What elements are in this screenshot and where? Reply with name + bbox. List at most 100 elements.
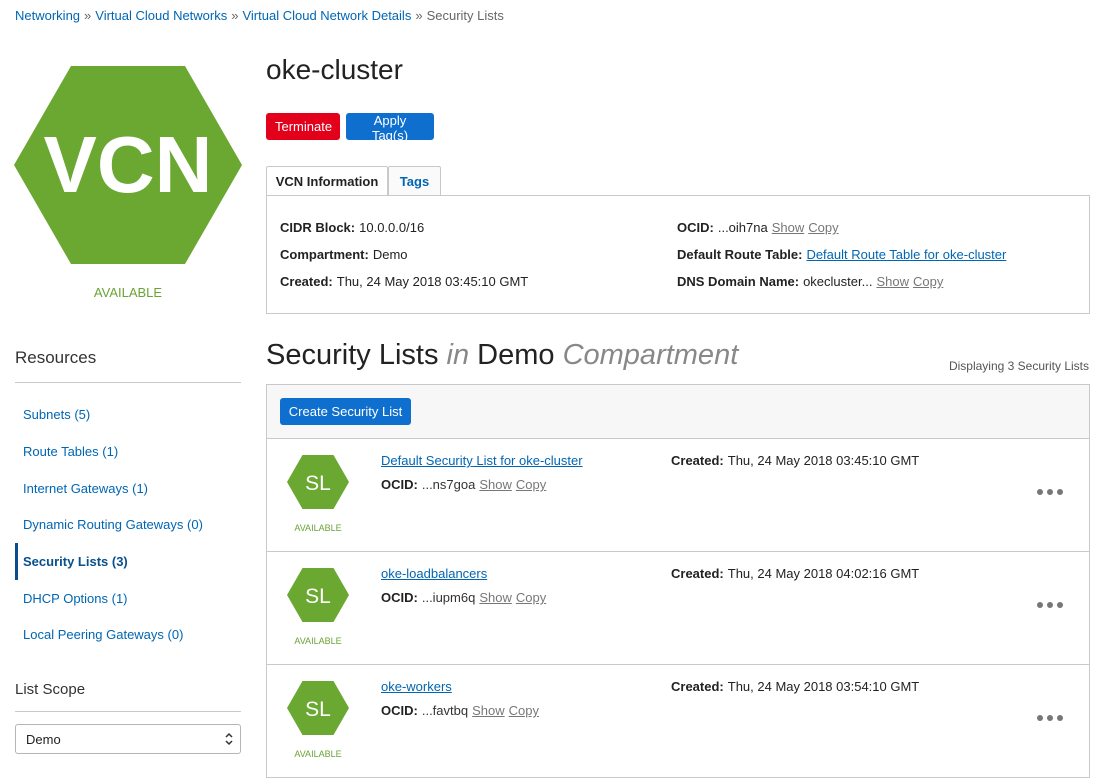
sl-ocid-show-link[interactable]: Show [479,477,512,492]
breadcrumb-vcn-details[interactable]: Virtual Cloud Network Details [242,8,411,23]
default-route-table-link[interactable]: Default Route Table for oke-cluster [806,247,1006,262]
compartment-select-value: Demo [26,732,61,747]
section-title-in: in [446,339,470,371]
ocid-row: OCID: ...oih7na Show Copy [677,220,839,235]
sl-ocid-show-link[interactable]: Show [479,590,512,605]
security-list-name-link[interactable]: oke-workers [381,679,452,694]
compartment-row: Compartment: Demo [280,247,408,262]
sl-ocid-copy-link[interactable]: Copy [516,477,546,492]
sl-status: AVAILABLE [294,523,342,533]
ocid-value: ...oih7na [717,220,768,235]
compartment-label: Compartment: [280,247,369,262]
sl-created: Created: Thu, 24 May 2018 03:45:10 GMT [671,453,919,468]
cidr-block-row: CIDR Block: 10.0.0.0/16 [280,220,424,235]
tab-vcn-information[interactable]: VCN Information [266,166,388,197]
dns-show-link[interactable]: Show [876,274,909,289]
list-item: SL AVAILABLE oke-workers OCID: ...favtbq S… [267,665,1089,778]
sl-ocid-value: ...iupm6q [421,590,476,605]
display-count: Displaying 3 Security Lists [948,359,1089,373]
sidebar-item-drgs[interactable]: Dynamic Routing Gateways (0) [23,517,203,532]
list-item: SL AVAILABLE oke-loadbalancers OCID: ...i… [267,552,1089,665]
sidebar-item-local-peering-gateways[interactable]: Local Peering Gateways (0) [23,627,183,642]
more-actions-icon[interactable] [1037,713,1063,723]
section-title-suffix: Compartment [562,339,739,371]
page-title: oke-cluster [266,54,403,85]
sl-ocid-label: OCID: [381,477,418,492]
cidr-block-value: 10.0.0.0/16 [359,220,425,235]
list-toolbar: Create Security List [267,385,1089,439]
security-list-name-link[interactable]: oke-loadbalancers [381,566,487,581]
sl-created-value: Thu, 24 May 2018 04:02:16 GMT [727,566,920,581]
sidebar-item-dhcp-options[interactable]: DHCP Options (1) [23,591,128,606]
ocid-copy-link[interactable]: Copy [808,220,838,235]
select-chevron-icon [225,732,233,746]
sl-ocid-value: ...ns7goa [421,477,476,492]
route-table-label: Default Route Table: [677,247,803,262]
sl-ocid-label: OCID: [381,703,418,718]
sl-status: AVAILABLE [294,749,342,759]
dns-copy-link[interactable]: Copy [913,274,943,289]
create-security-list-button[interactable]: Create Security List [280,398,411,425]
breadcrumb-separator: » [231,8,239,23]
created-row: Created: Thu, 24 May 2018 03:45:10 GMT [280,274,528,289]
sl-created: Created: Thu, 24 May 2018 04:02:16 GMT [671,566,919,581]
sl-ocid-copy-link[interactable]: Copy [516,590,546,605]
section-title: Security Lists in Demo Compartment [266,339,738,372]
breadcrumb-networking[interactable]: Networking [15,8,80,23]
section-title-main: Security Lists [266,339,439,371]
ocid-label: OCID: [677,220,714,235]
vcn-badge-text: VCN [44,120,213,209]
security-list-name-link[interactable]: Default Security List for oke-cluster [381,453,583,468]
more-actions-icon[interactable] [1037,600,1063,610]
security-lists-panel: Create Security List SL AVAILABLE Defaul… [266,384,1090,778]
sidebar-item-internet-gateways[interactable]: Internet Gateways (1) [23,481,148,496]
created-value: Thu, 24 May 2018 03:45:10 GMT [336,274,529,289]
dns-domain-label: DNS Domain Name: [677,274,800,289]
sl-ocid-row: OCID: ...iupm6q Show Copy [381,590,546,605]
more-actions-icon[interactable] [1037,487,1063,497]
compartment-select[interactable]: Demo [15,724,241,754]
sl-ocid-copy-link[interactable]: Copy [509,703,539,718]
sl-badge-text: SL [305,472,331,495]
breadcrumb-vcns[interactable]: Virtual Cloud Networks [95,8,227,23]
dns-domain-row: DNS Domain Name: okecluster... Show Copy [677,274,943,289]
sl-status: AVAILABLE [294,636,342,646]
sl-created: Created: Thu, 24 May 2018 03:54:10 GMT [671,679,919,694]
tab-tags[interactable]: Tags [388,166,441,196]
sl-ocid-label: OCID: [381,590,418,605]
vcn-information-panel: CIDR Block: 10.0.0.0/16 Compartment: Demo … [266,195,1090,314]
resources-divider [15,382,241,383]
sidebar-item-subnets[interactable]: Subnets (5) [23,407,90,422]
sl-ocid-row: OCID: ...favtbq Show Copy [381,703,539,718]
vcn-hexagon-icon: VCN [14,66,242,264]
sl-ocid-show-link[interactable]: Show [472,703,505,718]
section-title-compartment: Demo [477,339,555,371]
security-list-hexagon-icon: SL [287,681,349,735]
route-table-row: Default Route Table: Default Route Table … [677,247,1006,262]
sl-created-label: Created: [671,679,724,694]
breadcrumb-separator: » [415,8,423,23]
compartment-value: Demo [372,247,408,262]
breadcrumb: Networking» Virtual Cloud Networks» Virtua… [15,8,504,23]
apply-tags-button[interactable]: Apply Tag(s) [346,113,434,143]
security-list-hexagon-icon: SL [287,568,349,622]
list-scope-heading: List Scope [15,681,86,698]
sl-badge-text: SL [305,585,331,608]
created-label: Created: [280,274,333,289]
breadcrumb-current: Security Lists [426,8,504,23]
sl-created-label: Created: [671,566,724,581]
terminate-button[interactable]: Terminate [266,113,340,140]
dns-domain-value: okecluster... [803,274,873,289]
sidebar-item-security-lists[interactable]: Security Lists (3) [23,554,128,569]
security-list-hexagon-icon: SL [287,455,349,509]
sl-badge-text: SL [305,698,331,721]
cidr-block-label: CIDR Block: [280,220,356,235]
ocid-show-link[interactable]: Show [772,220,805,235]
sl-ocid-value: ...favtbq [421,703,469,718]
active-item-indicator [15,543,18,580]
sidebar-item-route-tables[interactable]: Route Tables (1) [23,444,118,459]
list-scope-divider [15,711,241,712]
sl-created-label: Created: [671,453,724,468]
sl-created-value: Thu, 24 May 2018 03:54:10 GMT [727,679,920,694]
sl-created-value: Thu, 24 May 2018 03:45:10 GMT [727,453,920,468]
